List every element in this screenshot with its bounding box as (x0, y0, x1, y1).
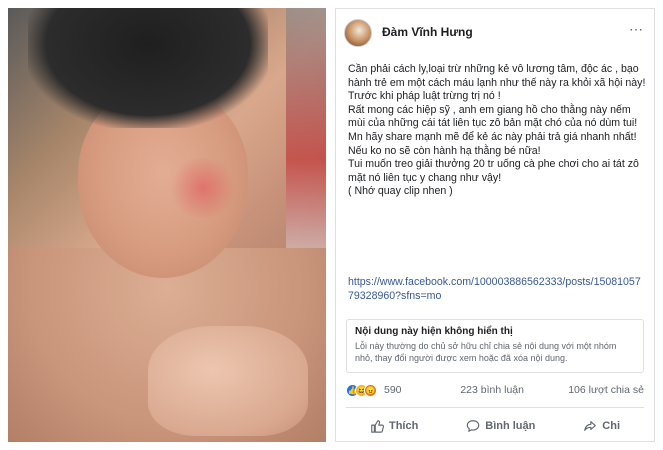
reaction-count[interactable]: 590 (384, 384, 402, 396)
post-paragraph: Tui muốn treo giải thưởng 20 tr uống cà … (348, 158, 639, 184)
post-header: Đàm Vĩnh Hưng ⋯ (344, 19, 646, 47)
post-stats: 👍 😆 😠 590 223 bình luận 106 lượt chia sẻ (346, 383, 644, 399)
post-body: Cần phải cách ly,loại trừ những kẻ vô lư… (348, 63, 646, 199)
notice-description: Lỗi này thường do chủ sở hữu chỉ chia sẻ… (355, 341, 617, 363)
author-avatar[interactable] (344, 19, 372, 47)
thumbs-up-icon (371, 420, 384, 433)
post-paragraph: Rất mong các hiệp sỹ , anh em giang hồ c… (348, 103, 638, 130)
comment-label: Bình luận (485, 420, 536, 432)
post-link[interactable]: https://www.facebook.com/100003886562333… (348, 276, 646, 303)
share-count[interactable]: 106 lượt chia sẻ (568, 384, 644, 396)
share-arrow-icon (584, 421, 597, 431)
photo-hair (28, 8, 268, 128)
share-label: Chi (602, 420, 621, 432)
photo-cheek (168, 158, 238, 218)
post-actions: Thích Bình luận Chi (346, 415, 644, 437)
post-paragraph: Cần phải cách ly,loại trừ những kẻ vô lư… (348, 63, 646, 89)
divider (346, 407, 644, 408)
comment-count[interactable]: 223 bình luận (460, 384, 524, 396)
comment-bubble-icon (466, 420, 480, 432)
content-unavailable-card[interactable]: Nội dung này hiện không hiển thị Lỗi này… (346, 319, 644, 373)
like-label: Thích (388, 420, 419, 432)
post-paragraph: Mn hãy share mạnh mẽ để kẻ ác này phải t… (348, 130, 637, 157)
comment-button[interactable]: Bình luận (466, 415, 535, 437)
post-paragraph: Trước khi pháp luật trừng trị nó ! (348, 90, 501, 103)
post-photo (8, 8, 326, 442)
post-paragraph: ( Nhớ quay clip nhen ) (348, 185, 453, 198)
reactions-icons[interactable]: 👍 😆 😠 (346, 384, 380, 398)
facebook-post: Đàm Vĩnh Hưng ⋯ Cần phải cách ly,loại tr… (335, 8, 655, 442)
notice-title: Nội dung này hiện không hiển thị (355, 326, 513, 337)
author-name[interactable]: Đàm Vĩnh Hưng (382, 25, 473, 39)
photo-hands (148, 326, 308, 436)
angry-reaction-icon: 😠 (364, 384, 377, 397)
more-options-icon[interactable]: ⋯ (629, 21, 644, 38)
share-button[interactable]: Chi (583, 415, 620, 437)
like-button[interactable]: Thích (370, 415, 418, 437)
